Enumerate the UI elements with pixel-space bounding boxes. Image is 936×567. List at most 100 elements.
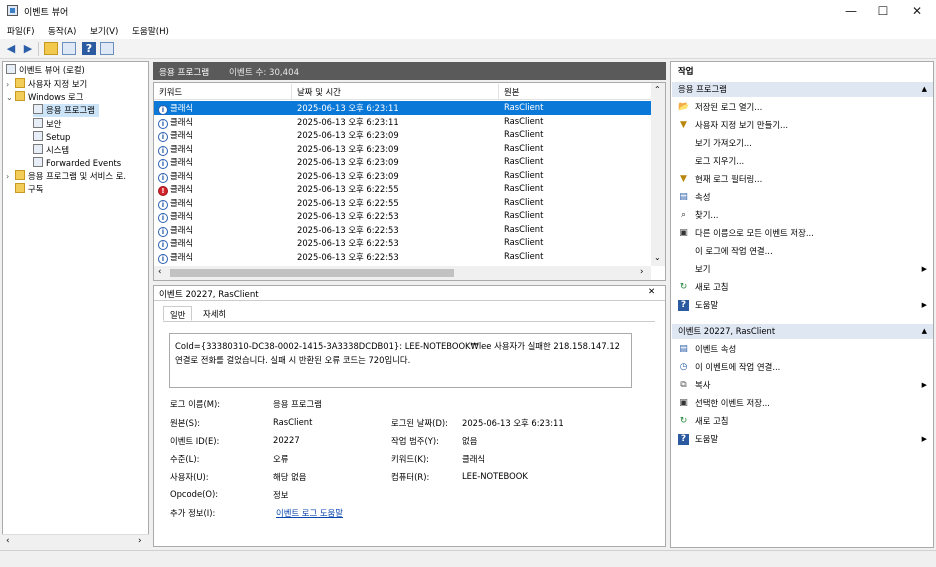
source-cell: RasClient <box>504 183 544 193</box>
tree-item-custom-views[interactable]: › 사용자 지정 보기 <box>6 78 87 91</box>
event-id-label: 이벤트 ID(E): <box>170 436 220 446</box>
actions-section-event[interactable]: 이벤트 20227, RasClient ▲ <box>672 324 933 339</box>
event-list-vertical-scrollbar[interactable]: ⌃ ⌄ <box>651 83 665 266</box>
action-item[interactable]: ↻ 새로 고침 <box>672 413 933 430</box>
collapse-up-icon[interactable]: ▲ <box>922 324 927 339</box>
chevron-down-icon[interactable]: ⌄ <box>654 253 661 262</box>
table-row[interactable]: ! 클래식 2025-06-13 오후 6:22:55 RasClient <box>154 182 651 196</box>
tree-item-security[interactable]: 보안 <box>33 118 61 131</box>
info-icon: i <box>158 253 168 264</box>
event-list-horizontal-scrollbar[interactable]: ‹ › <box>154 266 651 280</box>
save-icon: ▣ <box>679 228 688 238</box>
tree-item-application[interactable]: 응용 프로그램 <box>33 104 99 117</box>
column-datetime[interactable]: 날짜 및 시간 <box>297 86 341 98</box>
tree-item-setup[interactable]: Setup <box>33 131 70 144</box>
table-row[interactable]: i 클래식 2025-06-13 오후 6:23:11 RasClient <box>154 101 651 115</box>
submenu-arrow-icon: ▶ <box>921 435 927 443</box>
chevron-right-icon[interactable]: › <box>6 78 15 91</box>
show-hide-action-pane-icon[interactable] <box>100 42 114 55</box>
collapse-up-icon[interactable]: ▲ <box>922 82 927 97</box>
table-row[interactable]: i 클래식 2025-06-13 오후 6:22:53 RasClient <box>154 250 651 264</box>
action-item[interactable]: ⧉ 복사 ▶ <box>672 377 933 394</box>
action-item[interactable]: ▤ 이벤트 속성 <box>672 341 933 358</box>
chevron-right-icon[interactable]: › <box>6 170 15 183</box>
scroll-thumb[interactable] <box>170 269 454 277</box>
column-source[interactable]: 원본 <box>504 86 519 98</box>
submenu-arrow-icon: ▶ <box>921 381 927 389</box>
tree-item-apps-services[interactable]: › 응용 프로그램 및 서비스 로. <box>6 170 126 183</box>
menu-view[interactable]: 보기(V) <box>90 25 118 37</box>
close-icon[interactable]: ✕ <box>648 287 655 297</box>
actions-title: 작업 <box>672 64 933 79</box>
show-hide-tree-icon[interactable] <box>62 42 76 55</box>
action-item[interactable]: ▤ 속성 <box>672 189 933 206</box>
help-icon[interactable]: ? <box>82 42 96 55</box>
action-label: 새로 고침 <box>695 282 729 292</box>
scroll-left-icon[interactable]: ‹ <box>6 536 10 546</box>
status-bar <box>0 550 936 567</box>
table-row[interactable]: i 클래식 2025-06-13 오후 6:23:11 RasClient <box>154 115 651 129</box>
action-item[interactable]: ▣ 선택한 이벤트 저장... <box>672 395 933 412</box>
table-row[interactable]: i 클래식 2025-06-13 오후 6:23:09 RasClient <box>154 142 651 156</box>
folder-icon <box>15 91 25 101</box>
source-cell: RasClient <box>504 169 544 180</box>
column-keyword[interactable]: 키워드 <box>159 86 182 98</box>
table-row[interactable]: i 클래식 2025-06-13 오후 6:22:55 RasClient <box>154 196 651 210</box>
scroll-right-icon[interactable]: › <box>138 536 142 546</box>
action-label: 찾기... <box>695 210 719 220</box>
scroll-right-icon[interactable]: › <box>640 267 643 277</box>
forward-arrow-icon[interactable]: ▶ <box>21 42 35 55</box>
chevron-down-icon[interactable]: ⌄ <box>6 91 15 104</box>
table-row[interactable]: i 클래식 2025-06-13 오후 6:22:53 RasClient <box>154 209 651 223</box>
action-item[interactable]: 보기 가져오기... <box>672 135 933 152</box>
action-label: 다른 이름으로 모든 이벤트 저장... <box>695 228 814 238</box>
action-item[interactable]: ↻ 새로 고침 <box>672 279 933 296</box>
tree-horizontal-scrollbar[interactable]: ‹ › <box>2 534 149 548</box>
datetime-cell: 2025-06-13 오후 6:22:53 <box>297 251 399 262</box>
action-item[interactable]: 보기 ▶ <box>672 261 933 278</box>
tree-item-windows-logs[interactable]: ⌄ Windows 로그 <box>6 91 83 104</box>
menu-action[interactable]: 동작(A) <box>48 25 76 37</box>
chevron-up-icon[interactable]: ⌃ <box>654 85 661 94</box>
log-name-label: 로그 이름(M): <box>170 399 221 409</box>
tree-item-forwarded-events[interactable]: Forwarded Events <box>33 157 121 170</box>
action-item[interactable]: ? 도움말 ▶ <box>672 431 933 448</box>
source-cell: RasClient <box>504 250 544 261</box>
action-item[interactable]: ◷ 이 이벤트에 작업 연결... <box>672 359 933 376</box>
table-row[interactable]: i 클래식 2025-06-13 오후 6:23:09 RasClient <box>154 155 651 169</box>
table-row[interactable]: i 클래식 2025-06-13 오후 6:22:53 RasClient <box>154 223 651 237</box>
help-icon: ? <box>678 300 689 311</box>
column-divider[interactable] <box>291 84 292 99</box>
datetime-cell: 2025-06-13 오후 6:23:09 <box>297 157 399 167</box>
task-icon: ◷ <box>679 362 688 372</box>
tree-item-subscriptions[interactable]: 구독 <box>15 183 43 196</box>
scroll-left-icon[interactable]: ‹ <box>158 267 161 277</box>
action-item[interactable]: 로그 지우기... <box>672 153 933 170</box>
event-count: 이벤트 수: 30,404 <box>229 68 300 78</box>
close-button[interactable]: ✕ <box>894 0 936 22</box>
tab-general[interactable]: 일반 <box>163 306 193 321</box>
event-rows: i 클래식 2025-06-13 오후 6:23:11 RasClient i 클래식 20… <box>154 101 651 266</box>
tab-details[interactable]: 자세히 <box>197 306 232 321</box>
up-folder-icon[interactable] <box>44 42 58 55</box>
actions-section-application[interactable]: 응용 프로그램 ▲ <box>672 82 933 97</box>
tree-item-root[interactable]: 이벤트 뷰어 (로컬) <box>6 64 85 77</box>
action-item[interactable]: ⌕ 찾기... <box>672 207 933 224</box>
action-item[interactable]: ▼ 현재 로그 필터링... <box>672 171 933 188</box>
table-row[interactable]: i 클래식 2025-06-13 오후 6:22:53 RasClient <box>154 236 651 250</box>
back-arrow-icon[interactable]: ◀ <box>4 42 18 55</box>
column-divider[interactable] <box>498 84 499 99</box>
table-row[interactable]: i 클래식 2025-06-13 오후 6:23:09 RasClient <box>154 128 651 142</box>
menu-help[interactable]: 도움말(H) <box>132 25 169 37</box>
action-item[interactable]: 📂 저장된 로그 열기... <box>672 99 933 116</box>
event-message[interactable]: CoId={33380310-DC38-0002-1415-3A3338DCDB… <box>169 333 632 388</box>
action-item[interactable]: ▣ 다른 이름으로 모든 이벤트 저장... <box>672 225 933 242</box>
action-item[interactable]: ▼ 사용자 지정 보기 만들기... <box>672 117 933 134</box>
tree-item-system[interactable]: 시스템 <box>33 144 69 157</box>
table-row[interactable]: i 클래식 2025-06-13 오후 6:23:09 RasClient <box>154 169 651 183</box>
action-item[interactable]: 이 로그에 작업 연결... <box>672 243 933 260</box>
menu-file[interactable]: 파일(F) <box>7 25 34 37</box>
save-icon: ▣ <box>679 398 688 408</box>
event-log-help-link[interactable]: 이벤트 로그 도움말 <box>276 507 343 519</box>
action-item[interactable]: ? 도움말 ▶ <box>672 297 933 314</box>
